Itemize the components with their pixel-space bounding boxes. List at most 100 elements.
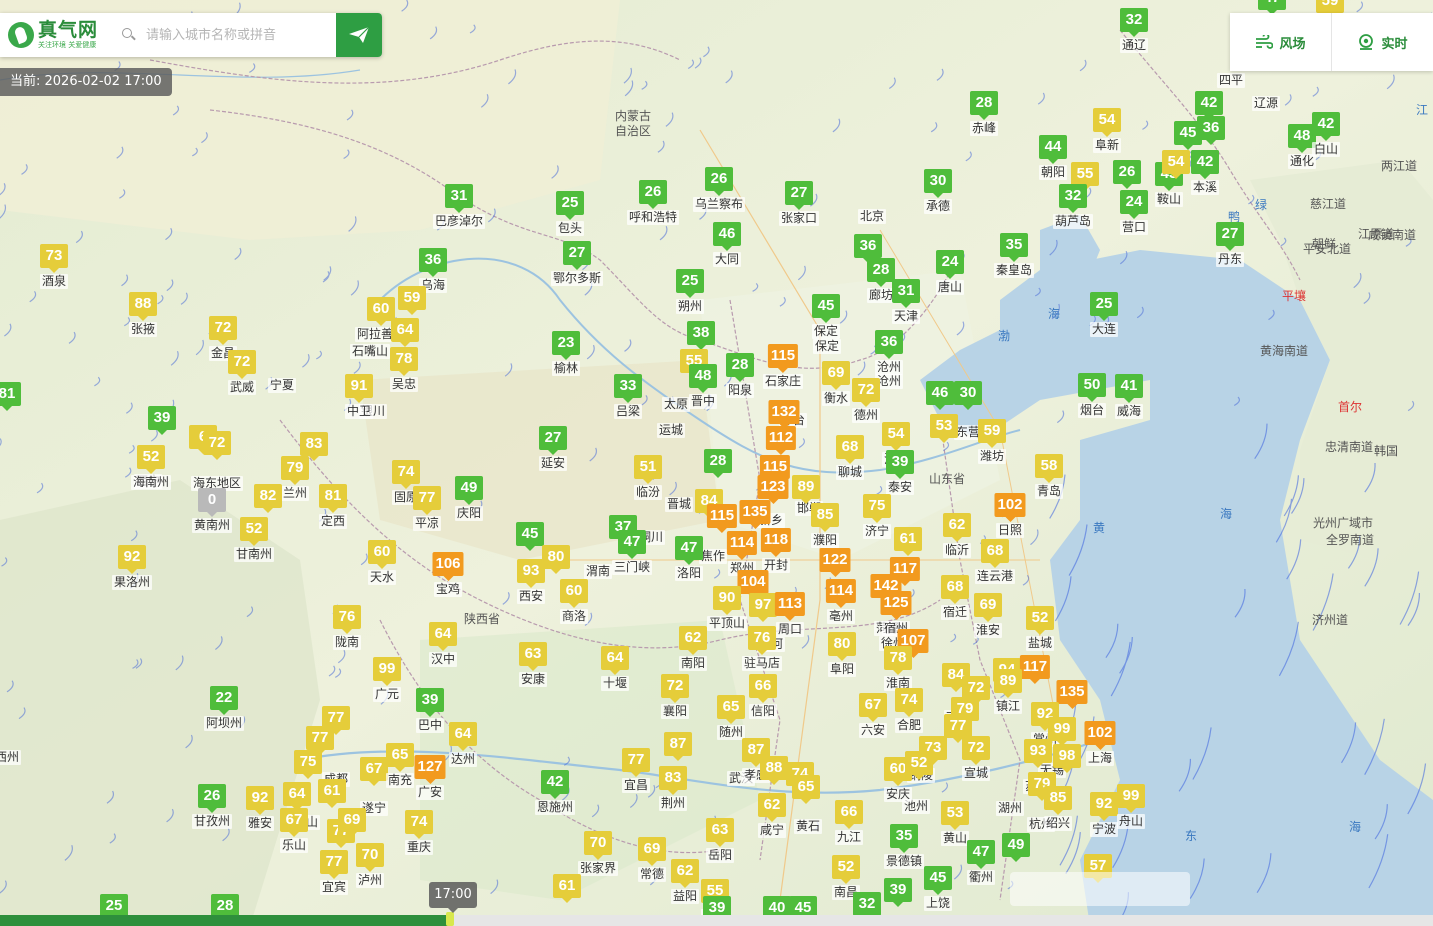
aqi-marker[interactable]: 26 — [1113, 160, 1141, 189]
aqi-marker[interactable]: 91 — [345, 374, 373, 403]
aqi-marker[interactable]: 77 — [320, 850, 348, 879]
aqi-marker[interactable]: 47 — [967, 840, 995, 869]
aqi-marker[interactable]: 74 — [895, 688, 923, 717]
aqi-marker[interactable]: 27 — [785, 181, 813, 210]
aqi-marker[interactable]: 26 — [705, 167, 733, 196]
aqi-marker[interactable]: 39 — [886, 450, 914, 479]
aqi-marker[interactable]: 28 — [704, 449, 732, 478]
aqi-marker[interactable]: 75 — [294, 750, 322, 779]
aqi-marker[interactable]: 118 — [760, 528, 792, 557]
aqi-marker[interactable]: 114 — [726, 531, 758, 560]
aqi-marker[interactable]: 92 — [118, 545, 146, 574]
aqi-marker[interactable]: 30 — [924, 169, 952, 198]
aqi-marker[interactable]: 62 — [943, 513, 971, 542]
city-search-input[interactable] — [144, 26, 333, 44]
aqi-marker[interactable]: 62 — [679, 626, 707, 655]
aqi-marker[interactable]: 60 — [367, 297, 395, 326]
aqi-marker[interactable]: 49 — [455, 476, 483, 505]
aqi-marker[interactable]: 104 — [737, 570, 769, 599]
aqi-marker[interactable]: 51 — [634, 455, 662, 484]
aqi-marker[interactable]: 78 — [884, 646, 912, 675]
aqi-marker[interactable]: 83 — [659, 766, 687, 795]
aqi-marker[interactable]: 49 — [1002, 833, 1030, 862]
aqi-marker[interactable]: 135 — [1056, 680, 1088, 709]
aqi-marker[interactable]: 102 — [1084, 721, 1116, 750]
aqi-marker[interactable]: 62 — [671, 859, 699, 888]
aqi-marker[interactable]: 42 — [1195, 91, 1223, 120]
aqi-marker[interactable]: 74 — [392, 460, 420, 489]
aqi-marker[interactable]: 79 — [281, 456, 309, 485]
map-canvas[interactable]: 内蒙古 自治区 陕西省 山东省渤海黄海东海韩国 朝鲜 平安北道 两江道 慈江道 江原道 黄海南道忠… — [0, 0, 1433, 926]
aqi-marker[interactable]: 77 — [622, 748, 650, 777]
aqi-marker[interactable]: 122 — [819, 548, 851, 577]
aqi-marker[interactable]: 54 — [882, 422, 910, 451]
aqi-marker[interactable]: 77 — [944, 714, 972, 743]
aqi-marker[interactable]: 83 — [300, 432, 328, 461]
timeline-track[interactable] — [0, 915, 1433, 926]
aqi-marker[interactable]: 0 — [198, 488, 226, 517]
aqi-marker[interactable]: 70 — [584, 831, 612, 860]
aqi-marker[interactable]: 35 — [890, 824, 918, 853]
aqi-marker[interactable]: 90 — [713, 586, 741, 615]
aqi-marker[interactable]: 65 — [792, 775, 820, 804]
aqi-marker[interactable]: 38 — [687, 321, 715, 350]
aqi-marker[interactable]: 36 — [854, 234, 882, 263]
aqi-marker[interactable]: 31 — [445, 184, 473, 213]
aqi-marker[interactable]: 48 — [689, 364, 717, 393]
aqi-marker[interactable]: 76 — [333, 605, 361, 634]
aqi-marker[interactable]: 42 — [1191, 150, 1219, 179]
timeline-handle[interactable] — [446, 912, 454, 926]
aqi-marker[interactable]: 28 — [867, 258, 895, 287]
aqi-marker[interactable]: 102 — [994, 493, 1026, 522]
aqi-marker[interactable]: 72 — [209, 316, 237, 345]
aqi-marker[interactable]: 60 — [368, 540, 396, 569]
aqi-marker[interactable]: 72 — [228, 350, 256, 379]
aqi-marker[interactable]: 99 — [1117, 784, 1145, 813]
aqi-marker[interactable]: 36 — [1197, 116, 1225, 145]
aqi-marker[interactable]: 28 — [726, 353, 754, 382]
aqi-marker[interactable]: 59 — [398, 286, 426, 315]
aqi-marker[interactable]: 54 — [1093, 108, 1121, 137]
aqi-marker[interactable]: 115 — [706, 504, 738, 533]
aqi-marker[interactable]: 47 — [675, 536, 703, 565]
aqi-marker[interactable]: 23 — [552, 331, 580, 360]
aqi-marker[interactable]: 45 — [924, 866, 952, 895]
aqi-marker[interactable]: 65 — [717, 695, 745, 724]
aqi-marker[interactable]: 81 — [0, 382, 21, 411]
aqi-marker[interactable]: 59 — [978, 419, 1006, 448]
aqi-marker[interactable]: 85 — [1044, 786, 1072, 815]
aqi-marker[interactable]: 64 — [283, 782, 311, 811]
aqi-marker[interactable]: 33 — [614, 374, 642, 403]
aqi-marker[interactable]: 135 — [739, 500, 771, 529]
aqi-marker[interactable]: 82 — [254, 484, 282, 513]
aqi-marker[interactable]: 25 — [556, 191, 584, 220]
aqi-marker[interactable]: 68 — [981, 539, 1009, 568]
aqi-marker[interactable]: 76 — [748, 626, 776, 655]
aqi-marker[interactable]: 30 — [954, 381, 982, 410]
aqi-marker[interactable]: 132 — [768, 400, 800, 429]
aqi-marker[interactable]: 88 — [760, 756, 788, 785]
aqi-marker[interactable]: 92 — [246, 786, 274, 815]
aqi-marker[interactable]: 117 — [1019, 655, 1051, 684]
aqi-marker[interactable]: 25 — [676, 269, 704, 298]
aqi-marker[interactable]: 67 — [360, 757, 388, 786]
aqi-marker[interactable]: 31 — [892, 279, 920, 308]
aqi-marker[interactable]: 66 — [749, 674, 777, 703]
aqi-marker[interactable]: 125 — [880, 591, 912, 620]
aqi-marker[interactable]: 25 — [1090, 292, 1118, 321]
aqi-marker[interactable]: 72 — [203, 431, 231, 460]
aqi-marker[interactable]: 36 — [875, 330, 903, 359]
aqi-marker[interactable]: 46 — [926, 381, 954, 410]
aqi-marker[interactable]: 60 — [560, 579, 588, 608]
aqi-marker[interactable]: 72 — [661, 674, 689, 703]
aqi-marker[interactable]: 24 — [1120, 190, 1148, 219]
aqi-marker[interactable]: 52 — [905, 751, 933, 780]
aqi-marker[interactable]: 68 — [941, 575, 969, 604]
aqi-marker[interactable]: 45 — [812, 294, 840, 323]
aqi-marker[interactable]: 115 — [767, 344, 799, 373]
aqi-marker[interactable]: 88 — [129, 292, 157, 321]
aqi-marker[interactable]: 113 — [774, 592, 806, 621]
aqi-marker[interactable]: 63 — [706, 818, 734, 847]
aqi-marker[interactable]: 26 — [639, 180, 667, 209]
aqi-marker[interactable]: 70 — [356, 843, 384, 872]
